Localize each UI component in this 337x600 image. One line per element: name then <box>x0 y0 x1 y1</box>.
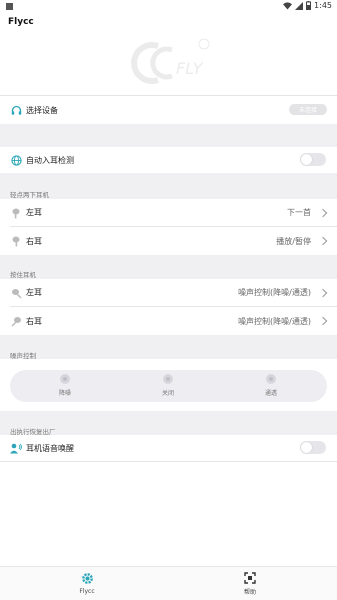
noise-option-label: 关闭 <box>161 390 174 397</box>
transparency-icon <box>266 374 276 384</box>
voice-wake-label: 耳机语音唤醒 <box>26 443 74 453</box>
noise-option-transparency[interactable]: 通透 <box>251 374 291 397</box>
section-gap <box>0 124 337 147</box>
headphones-icon <box>10 104 22 116</box>
svg-text:FLY: FLY <box>176 59 204 78</box>
hold-right-row[interactable]: 右耳 噪声控制(降噪/通透) <box>0 307 337 335</box>
globe-icon <box>10 154 22 166</box>
left-earbud-icon <box>10 207 22 219</box>
toggle-knob <box>301 154 312 165</box>
wifi-icon <box>283 1 293 9</box>
hold-section-title: 按住耳机 <box>10 271 36 279</box>
right-earbud-hold-icon <box>10 315 22 327</box>
brand-logo: FLY <box>131 38 210 84</box>
noise-option-off[interactable]: 关闭 <box>148 374 188 397</box>
tap-left-value: 下一首 <box>287 208 311 217</box>
hold-right-value: 噪声控制(降噪/通透) <box>238 316 311 326</box>
hold-left-label: 左耳 <box>26 288 42 297</box>
hold-section-header: 按住耳机 <box>0 255 337 279</box>
nav-label-help: 帮助 <box>243 589 256 596</box>
noise-option-label: 通透 <box>264 390 277 397</box>
gear-icon <box>81 573 93 584</box>
connect-status-button[interactable]: 未连接 <box>289 104 327 115</box>
noise-option-label: 降噪 <box>58 390 71 397</box>
status-bar: 1:45 <box>0 0 337 12</box>
noise-control-selector: 降噪 关闭 通透 <box>10 370 327 402</box>
tap-right-value: 播放/暂停 <box>276 236 311 246</box>
tap-left-label: 左耳 <box>26 208 42 217</box>
chevron-right-icon <box>318 236 328 246</box>
right-earbud-icon <box>10 235 22 247</box>
tap-section-title: 轻点两下耳机 <box>10 191 49 199</box>
clock: 1:45 <box>314 1 332 10</box>
tap-right-label: 右耳 <box>26 236 42 246</box>
anc-icon <box>60 374 70 384</box>
tap-section-header: 轻点两下耳机 <box>0 173 337 199</box>
signal-icon <box>295 1 304 10</box>
battery-icon <box>306 1 312 10</box>
voice-wake-row: 耳机语音唤醒 <box>0 435 337 461</box>
reset-section-header: 出执行恢复出厂 <box>0 411 337 436</box>
noise-section-header: 噪声控制 <box>0 335 337 360</box>
left-earbud-hold-icon <box>10 287 22 299</box>
nav-item-help[interactable]: 帮助 <box>230 572 270 596</box>
toggle-knob <box>301 442 312 453</box>
divider <box>0 461 337 462</box>
off-icon <box>163 374 173 384</box>
hold-left-row[interactable]: 左耳 噪声控制(降噪/通透) <box>0 279 337 306</box>
hold-right-label: 右耳 <box>26 316 42 326</box>
bottom-navigation: Flycc 帮助 <box>0 566 337 600</box>
voice-wake-toggle[interactable] <box>300 441 326 454</box>
select-device-row[interactable]: 选择设备 <box>0 96 337 124</box>
noise-option-anc[interactable]: 降噪 <box>45 374 85 397</box>
tap-right-row[interactable]: 右耳 播放/暂停 <box>0 227 337 255</box>
select-device-label: 选择设备 <box>26 105 58 115</box>
tap-left-row[interactable]: 左耳 下一首 <box>0 199 337 226</box>
auto-ear-detection-label: 自动入耳检测 <box>26 155 74 165</box>
nav-item-flycc[interactable]: Flycc <box>67 572 107 595</box>
hold-left-value: 噪声控制(降噪/通透) <box>238 288 311 297</box>
chevron-right-icon <box>318 316 328 326</box>
nav-label-flycc: Flycc <box>79 588 95 595</box>
app-title: Flycc <box>8 17 34 27</box>
chevron-right-icon <box>318 288 328 297</box>
auto-ear-detection-toggle[interactable] <box>300 153 326 166</box>
voice-user-icon <box>10 442 22 454</box>
chevron-right-icon <box>318 208 328 217</box>
auto-ear-detection-row: 自动入耳检测 <box>0 147 337 173</box>
help-frame-icon <box>244 572 256 584</box>
notification-icon <box>6 3 13 10</box>
